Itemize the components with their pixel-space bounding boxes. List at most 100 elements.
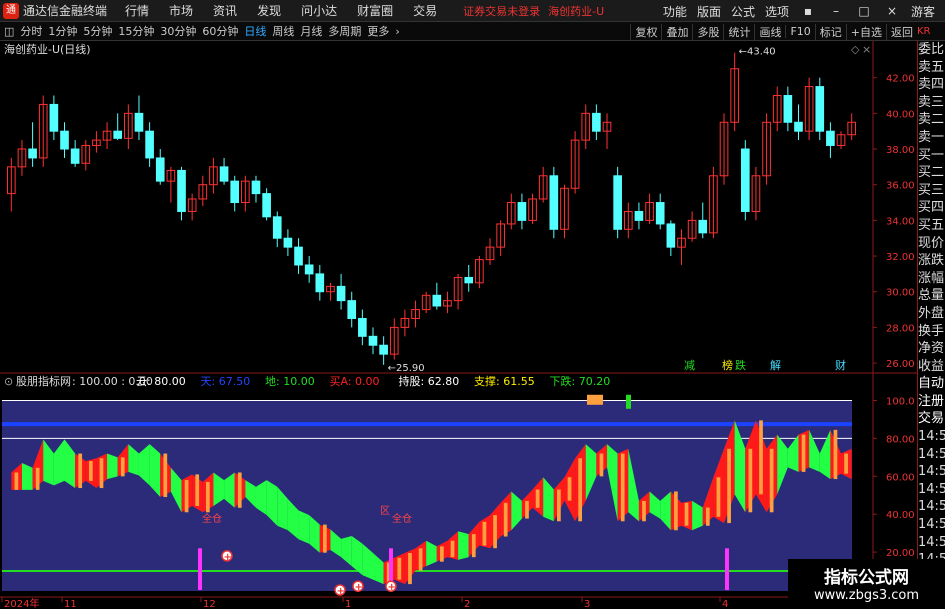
indicator-bar <box>408 553 412 585</box>
candle-body <box>134 112 144 132</box>
indicator-legend-item: 云: 80.00 <box>136 375 186 388</box>
side-panel-item: 买五 <box>918 217 945 233</box>
indicator-bar <box>748 448 753 513</box>
side-panel-item: 总量 <box>918 288 945 304</box>
side-panel-item[interactable]: 自动 <box>918 375 945 393</box>
candle-body <box>592 112 601 132</box>
indicator-legend-item: 买A: 0.00 <box>330 375 380 388</box>
price-axis-label: 38.00 <box>886 145 915 156</box>
indicator-bar <box>14 472 19 490</box>
watermark: 指标公式网 www.zbgs3.com <box>788 559 945 609</box>
indicator-bar <box>578 458 583 522</box>
indicator-bar <box>163 453 168 498</box>
price-axis-label: 42.00 <box>886 74 915 85</box>
candle-body <box>826 130 835 146</box>
candle-body <box>113 130 123 139</box>
candle-body <box>464 276 474 284</box>
candle-body <box>358 317 367 337</box>
candle-body <box>336 285 346 302</box>
watermark-line2: www.zbgs3.com <box>813 588 920 603</box>
candle-body <box>177 169 186 212</box>
indicator-bar <box>716 477 721 517</box>
candle-body <box>634 210 644 221</box>
indicator-bar <box>503 502 508 537</box>
indicator-legend-item: 持股: 62.80 <box>399 374 460 388</box>
side-panel-item: 14:56 <box>918 446 945 462</box>
indicator-axis-label: 20.00 <box>886 548 915 559</box>
indicator-name: 股朋指标网 <box>16 374 71 388</box>
side-panel-item: 卖四 <box>918 77 945 93</box>
indicator-bar <box>482 521 487 546</box>
date-axis-label: 11 <box>64 599 77 609</box>
side-panel-item: 净资 <box>918 341 945 357</box>
side-panel-item: 14:56 <box>918 517 945 533</box>
candle-body <box>155 157 165 182</box>
indicator-bar <box>525 500 529 519</box>
indicator-bar <box>35 467 40 490</box>
diamond-icon: ◇ <box>851 43 860 56</box>
side-panel-item: 收益 <box>918 358 945 374</box>
indicator-axis-label: 100.0 <box>886 396 915 407</box>
candle-body <box>28 148 37 159</box>
candle-body <box>698 219 708 234</box>
signal-bar <box>198 548 202 590</box>
side-panel-item[interactable]: 交易 <box>918 410 945 428</box>
indicator-bar <box>833 429 838 480</box>
indicator-bar <box>759 420 763 495</box>
price-axis-label: 34.00 <box>886 216 915 227</box>
candle-body <box>219 166 229 182</box>
side-panel-item[interactable]: 注册 <box>918 393 945 411</box>
indicator-band-segment <box>107 453 118 480</box>
candle-body <box>304 264 314 275</box>
indicator-bar <box>599 453 604 477</box>
indicator-bar <box>440 546 444 562</box>
date-axis-label: 4 <box>722 599 728 609</box>
kr-label: KR <box>917 26 931 37</box>
indicator-bar <box>727 448 731 524</box>
candle-body <box>70 148 80 164</box>
side-panel-item: 14:56 <box>918 481 945 497</box>
indicator-bar <box>78 453 83 489</box>
indicator-axis-label: 40.00 <box>886 510 915 521</box>
watermark-line1: 指标公式网 <box>824 568 909 588</box>
candle-body <box>815 86 825 132</box>
position-marker: 全仓 <box>392 512 412 525</box>
indicator-legend-item: 下跌: 70.20 <box>550 374 611 388</box>
candle-body <box>49 103 59 132</box>
candles-layer <box>7 52 856 365</box>
indicator-bar <box>674 491 678 531</box>
indicator-bar <box>567 477 572 501</box>
candle-body <box>783 95 793 123</box>
svg-text:+: + <box>224 552 232 563</box>
indicator-layer: + + + + <box>2 394 852 597</box>
low-label: ←25.90 <box>388 363 425 374</box>
side-panel-item: 14:56 <box>918 534 945 550</box>
chart-area[interactable]: + + + + 海创药业-U(日线) ◇ × 42.00 40.00 38.00 36.00 34.… <box>0 0 917 609</box>
price-axis-label: 32.00 <box>886 252 915 263</box>
quote-side-panel: 委比 卖五 卖四 卖三 卖二 卖一 买一 买二 买三 买四 买五 现价 涨跌 涨幅 总量 外盘 换手 净资 收益 自动… <box>917 41 945 609</box>
candle-body <box>272 216 282 239</box>
candle-body <box>432 294 442 307</box>
indicator-legend-item: 天: 67.50 <box>201 375 251 388</box>
svg-text:+: + <box>337 586 345 597</box>
candle-body <box>251 180 261 195</box>
high-label: ←43.40 <box>739 47 776 58</box>
indicator-band-segment <box>458 531 469 560</box>
indicator-bar <box>705 507 710 526</box>
indicator-bar <box>322 524 327 553</box>
candle-body <box>613 175 622 230</box>
price-axis-label: 28.00 <box>886 323 915 334</box>
indicator-toggle-icon: ⊙ <box>4 375 13 388</box>
side-panel-item: 涨幅 <box>918 270 945 286</box>
candle-body <box>60 130 69 150</box>
indicator-bar <box>535 489 540 508</box>
indicator-bar <box>237 472 242 508</box>
candle-body <box>368 335 378 346</box>
svg-text:+: + <box>388 582 396 593</box>
side-panel-item: 买四 <box>918 200 945 216</box>
indicator-bar <box>88 461 93 481</box>
indicator-bar <box>99 458 104 489</box>
event-label: 财 <box>835 358 846 372</box>
candle-body <box>794 121 803 132</box>
price-axis-label: 30.00 <box>886 288 915 299</box>
